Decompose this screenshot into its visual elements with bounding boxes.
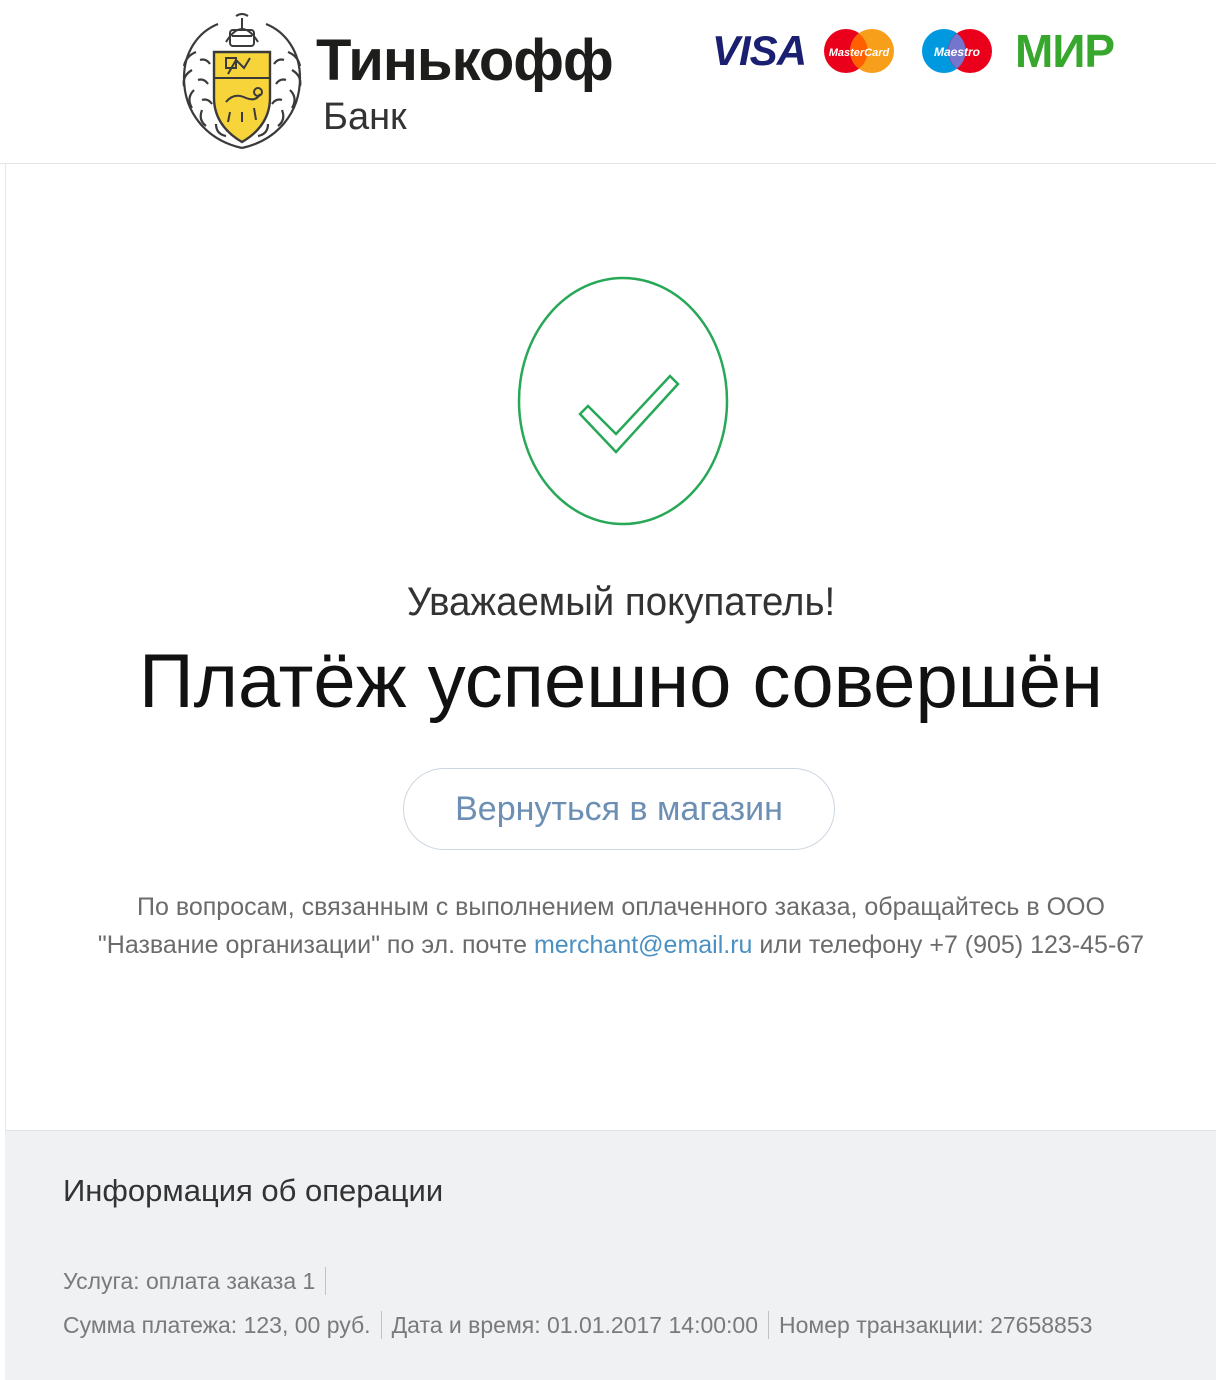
contact-text-line2: "Название организации" по эл. почте (97, 931, 527, 959)
contact-phone-text: или телефону +7 (905) 123-45-67 (759, 931, 1145, 959)
mir-logo: МИР (1015, 25, 1115, 77)
payment-result-panel: Уважаемый покупатель! Платёж успешно сов… (5, 164, 1216, 1130)
datetime-value: Дата и время: 01.01.2017 14:00:00 (391, 1312, 759, 1339)
maestro-logo-icon: Maestro (922, 29, 992, 73)
operation-info-line1: Услуга: оплата заказа 1 (63, 1267, 336, 1297)
service-value: Услуга: оплата заказа 1 (63, 1268, 316, 1295)
bank-subtitle: Банк (323, 96, 407, 138)
visa-logo: VISA (712, 27, 807, 74)
separator (380, 1311, 382, 1339)
operation-info-title: Информация об операции (63, 1173, 444, 1208)
operation-info-panel: Информация об операции Услуга: оплата за… (5, 1130, 1216, 1380)
bank-name: Тинькофф (316, 28, 614, 93)
separator (768, 1311, 770, 1339)
tinkoff-logo[interactable]: Тинькофф Банк (176, 12, 614, 152)
separator (325, 1267, 327, 1295)
mastercard-logo-text: MasterCard (829, 47, 890, 59)
success-headline: Платёж успешно совершён (139, 639, 1103, 724)
merchant-email-link[interactable]: merchant@email.ru (534, 931, 753, 959)
tinkoff-emblem-icon (182, 13, 302, 150)
payment-brands: VISA MasterCard Maestro МИР (712, 26, 1142, 82)
amount-value: Сумма платежа: 123, 00 руб. (63, 1312, 371, 1339)
contact-info: По вопросам, связанным с выполнением опл… (6, 888, 1216, 964)
transaction-number-value: Номер транзакции: 27658853 (779, 1312, 1093, 1339)
header: Тинькофф Банк VISA MasterCard Maestro МИ… (0, 0, 1216, 164)
contact-text-line1: По вопросам, связанным с выполнением опл… (137, 893, 1105, 921)
greeting-text: Уважаемый покупатель! (406, 580, 836, 624)
mastercard-logo-icon: MasterCard (824, 29, 894, 73)
return-to-shop-button[interactable]: Вернуться в магазин (403, 768, 835, 850)
operation-info-line2: Сумма платежа: 123, 00 руб. Дата и время:… (63, 1311, 1093, 1341)
maestro-logo-text: Maestro (934, 45, 980, 59)
checkmark-icon (517, 276, 729, 526)
